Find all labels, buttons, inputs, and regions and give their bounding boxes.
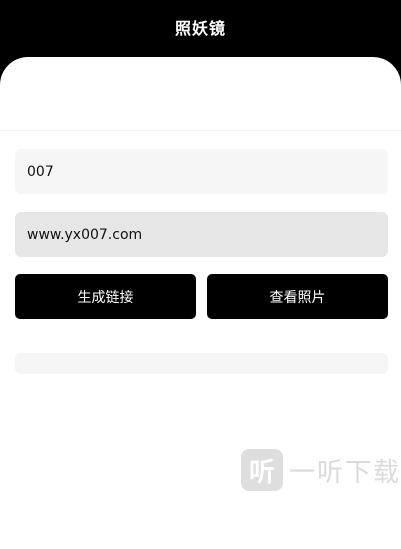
generate-link-label: 生成链接	[77, 289, 134, 306]
generate-link-button[interactable]: 生成链接	[15, 274, 196, 319]
page-title: 照妖镜	[174, 19, 226, 38]
watermark-text: 一听下载	[289, 457, 401, 488]
url-input[interactable]: www.yx007.com	[15, 212, 388, 257]
app-header: 照妖镜	[0, 0, 401, 58]
view-photos-label: 查看照片	[269, 289, 326, 306]
divider	[0, 130, 401, 131]
watermark-logo-icon: 听	[241, 449, 283, 491]
view-photos-button[interactable]: 查看照片	[207, 274, 388, 319]
result-field	[15, 353, 388, 374]
code-input-value: 007	[27, 163, 54, 180]
url-input-value: www.yx007.com	[27, 226, 143, 243]
code-input[interactable]: 007	[15, 149, 388, 194]
watermark: 听 一听下载	[241, 449, 401, 491]
